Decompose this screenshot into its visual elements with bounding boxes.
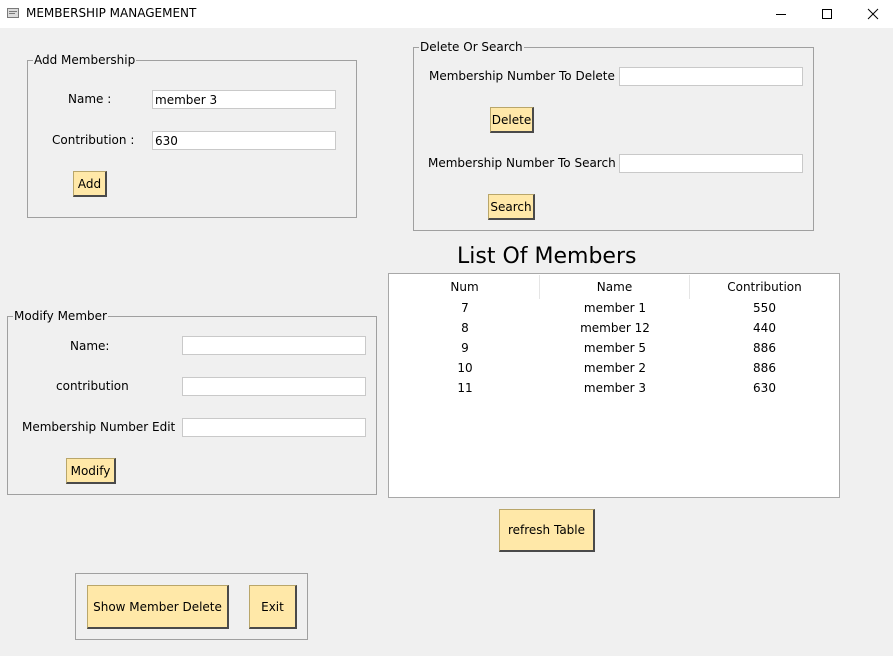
cell-num: 8 <box>461 321 469 335</box>
add-contribution-input[interactable] <box>152 131 336 150</box>
maximize-button[interactable] <box>804 0 850 28</box>
table-row[interactable]: 9 member 5 886 <box>390 338 839 358</box>
table-row[interactable]: 7 member 1 550 <box>390 298 839 318</box>
minimize-icon <box>776 14 786 15</box>
cell-contribution: 886 <box>753 361 776 375</box>
modify-name-label: Name: <box>70 339 110 353</box>
delete-button[interactable]: Delete <box>490 107 534 133</box>
cell-name: member 2 <box>583 361 647 375</box>
show-member-delete-button[interactable]: Show Member Delete <box>87 585 229 629</box>
cell-num: 10 <box>457 361 473 375</box>
modify-contribution-input[interactable] <box>182 377 366 396</box>
add-contribution-label: Contribution : <box>52 133 135 147</box>
app-window-icon <box>7 8 19 18</box>
add-name-input[interactable] <box>152 90 336 109</box>
cell-name: member 12 <box>580 321 650 335</box>
modify-contribution-label: contribution <box>56 379 129 393</box>
modify-member-legend: Modify Member <box>14 309 107 323</box>
modify-number-label: Membership Number Edit <box>22 420 176 434</box>
add-membership-legend: Add Membership <box>34 53 136 67</box>
cell-contribution: 886 <box>753 341 776 355</box>
minimize-button[interactable] <box>758 0 804 28</box>
cell-contribution: 630 <box>753 381 776 395</box>
delete-number-input[interactable] <box>619 67 803 86</box>
close-icon <box>867 8 879 20</box>
table-row[interactable]: 10 member 2 886 <box>390 358 839 378</box>
search-number-input[interactable] <box>619 154 803 173</box>
exit-button[interactable]: Exit <box>249 585 297 629</box>
column-header-num[interactable]: Num <box>390 275 540 299</box>
cell-name: member 1 <box>583 301 647 315</box>
modify-name-input[interactable] <box>182 336 366 355</box>
window-title: MEMBERSHIP MANAGEMENT <box>26 6 197 20</box>
table-header: Num Name Contribution <box>390 275 839 299</box>
add-name-label: Name : <box>68 92 112 106</box>
search-number-label: Membership Number To Search <box>428 156 616 170</box>
cell-name: member 3 <box>583 381 647 395</box>
cell-name: member 5 <box>583 341 647 355</box>
cell-contribution: 550 <box>753 301 776 315</box>
title-bar: MEMBERSHIP MANAGEMENT <box>0 0 893 28</box>
modify-number-input[interactable] <box>182 418 366 437</box>
cell-num: 9 <box>461 341 469 355</box>
close-button[interactable] <box>850 0 893 28</box>
maximize-icon <box>822 9 832 19</box>
cell-num: 7 <box>461 301 469 315</box>
delete-number-label: Membership Number To Delete <box>429 69 615 83</box>
refresh-table-button[interactable]: refresh Table <box>499 509 595 552</box>
add-button[interactable]: Add <box>73 171 107 197</box>
members-table[interactable]: Num Name Contribution 7 member 1 550 8 m… <box>388 273 840 498</box>
search-button[interactable]: Search <box>488 194 535 220</box>
table-row[interactable]: 11 member 3 630 <box>390 378 839 398</box>
members-list-heading: List Of Members <box>457 244 637 269</box>
cell-num: 11 <box>457 381 473 395</box>
delete-search-legend: Delete Or Search <box>420 40 523 54</box>
cell-contribution: 440 <box>753 321 776 335</box>
column-header-contribution[interactable]: Contribution <box>690 275 839 299</box>
column-header-name[interactable]: Name <box>540 275 690 299</box>
modify-button[interactable]: Modify <box>66 458 116 484</box>
table-row[interactable]: 8 member 12 440 <box>390 318 839 338</box>
